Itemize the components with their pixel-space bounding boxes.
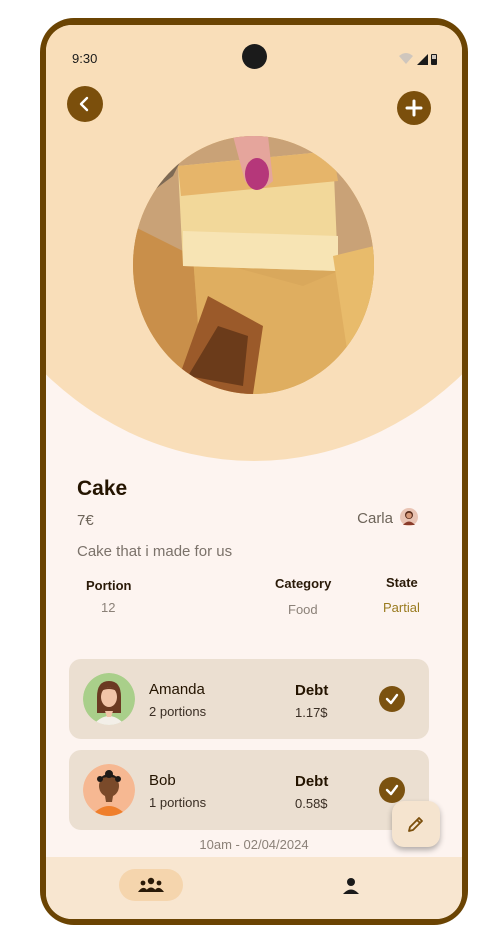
status-time: 9:30 xyxy=(72,51,98,66)
item-title: Cake xyxy=(77,477,128,500)
bottom-navigation xyxy=(46,857,462,919)
owner-avatar xyxy=(400,508,418,526)
check-icon xyxy=(385,693,399,705)
plus-icon xyxy=(405,99,423,117)
group-icon xyxy=(138,877,164,892)
owner-name: Carla xyxy=(357,510,393,527)
nav-group-tab[interactable] xyxy=(119,869,183,901)
participant-portions: 2 portions xyxy=(149,704,207,719)
state-value: Partial xyxy=(383,600,420,615)
portion-value: 12 xyxy=(101,600,116,615)
signal-icon xyxy=(417,54,428,65)
arrow-left-icon xyxy=(79,96,89,112)
state-label: State xyxy=(386,575,418,590)
item-photo xyxy=(133,136,374,394)
debt-value: 0.58$ xyxy=(295,796,328,811)
debt-label: Debt xyxy=(295,682,329,699)
check-icon xyxy=(385,784,399,796)
item-price: 7€ xyxy=(77,512,94,529)
debt-value: 1.17$ xyxy=(295,705,328,720)
participant-name: Bob xyxy=(149,772,176,789)
paid-check-button[interactable] xyxy=(379,686,405,712)
status-icons xyxy=(399,53,437,65)
paid-check-button[interactable] xyxy=(379,777,405,803)
participant-portions: 1 portions xyxy=(149,795,207,810)
category-label: Category xyxy=(275,576,332,591)
portion-label: Portion xyxy=(86,578,132,593)
pencil-icon xyxy=(408,817,423,832)
back-button[interactable] xyxy=(67,86,103,122)
add-button[interactable] xyxy=(397,91,431,125)
participant-name: Amanda xyxy=(149,681,205,698)
app-screen: 9:30 Cake 7€ Carla Cake that i made for … xyxy=(46,25,462,919)
person-icon xyxy=(343,878,359,894)
category-value: Food xyxy=(288,602,318,617)
participant-card[interactable]: Bob 1 portions Debt 0.58$ xyxy=(69,750,429,830)
debt-label: Debt xyxy=(295,773,329,790)
wifi-icon xyxy=(399,53,413,64)
nav-profile-tab[interactable] xyxy=(342,877,360,900)
avatar xyxy=(83,673,135,725)
participant-card[interactable]: Amanda 2 portions Debt 1.17$ xyxy=(69,659,429,739)
item-description: Cake that i made for us xyxy=(77,543,233,560)
avatar xyxy=(83,764,135,816)
edit-button[interactable] xyxy=(392,801,440,847)
camera-cutout xyxy=(242,44,267,69)
